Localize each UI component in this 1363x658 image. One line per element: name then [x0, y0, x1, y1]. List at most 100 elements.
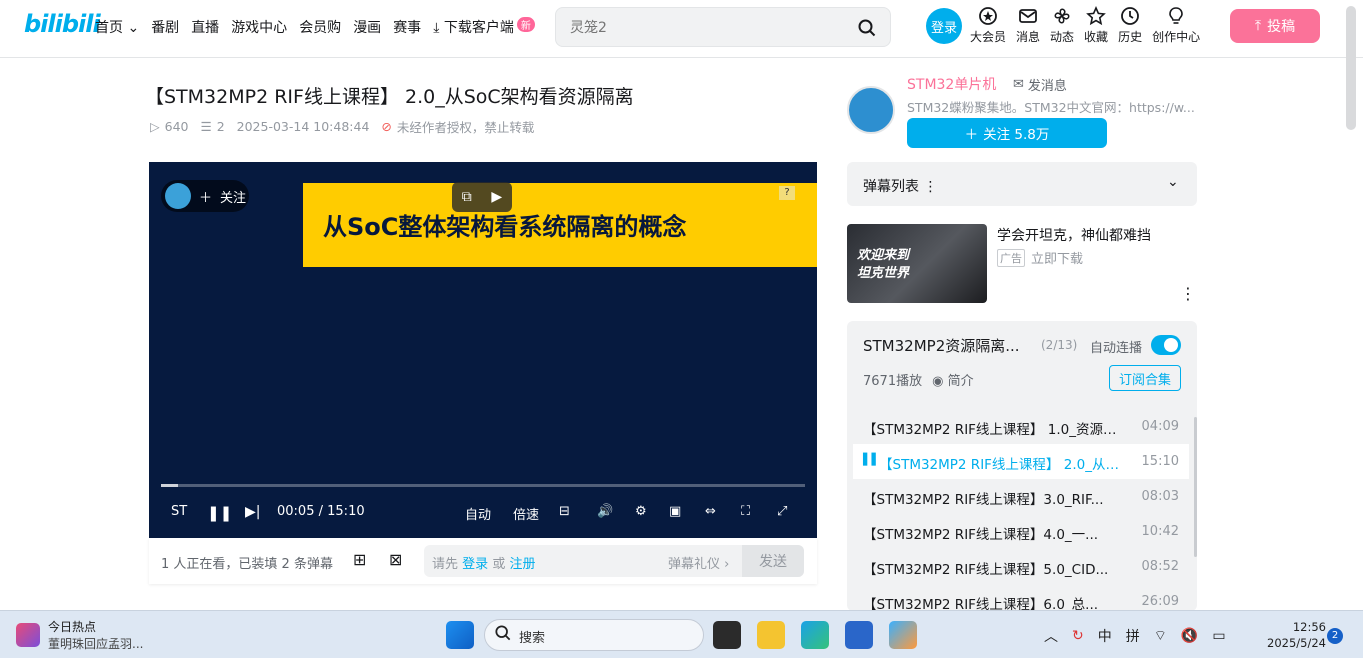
autoplay-toggle[interactable]: [1151, 335, 1181, 355]
login-button[interactable]: 登录: [926, 8, 962, 44]
entry-history[interactable]: 历史: [1118, 6, 1142, 45]
battery-icon[interactable]: ▭: [1212, 628, 1225, 644]
vip-icon: [979, 7, 997, 25]
list-item[interactable]: 【STM32MP2 RIF线上课程】 1.0_资源隔离... 04:09: [853, 409, 1189, 444]
fullscreen-icon[interactable]: ⤢: [777, 504, 787, 519]
uploader-name[interactable]: STM32单片机: [907, 74, 996, 94]
nav-bangumi[interactable]: 番剧: [151, 17, 179, 37]
avatar: [165, 183, 191, 209]
miniplayer-icon[interactable]: ⧉: [462, 189, 472, 205]
danmaku-list-panel[interactable]: 弹幕列表 ⋮ ⌄: [847, 162, 1197, 206]
list-item[interactable]: 【STM32MP2 RIF线上课程】4.0_一... 10:42: [853, 514, 1189, 549]
intro-link[interactable]: ◉ 简介: [932, 370, 974, 389]
quality-button[interactable]: 自动: [465, 504, 491, 523]
screenshot-icon[interactable]: ▶: [491, 189, 502, 205]
copyright-notice: 未经作者授权，禁止转载: [396, 120, 535, 135]
ime-pinyin[interactable]: 拼: [1126, 626, 1140, 646]
player-follow-chip[interactable]: ＋关注: [161, 180, 249, 212]
nav-manga[interactable]: 漫画: [353, 17, 381, 37]
nav-home[interactable]: 首页 ⌄: [95, 17, 139, 37]
video-player[interactable]: 从SoC整体架构看系统隔离的概念 ＋关注 ⧉ ▶ ? ST ❚❚ ▶| 00:0…: [149, 162, 817, 538]
upload-button[interactable]: ⤒ 投稿: [1230, 9, 1320, 43]
system-tray: ︿ ↻ 中 拼 ⌔ 🔇 ▭: [1044, 626, 1226, 646]
entry-vip[interactable]: 大会员: [970, 6, 1006, 45]
pause-icon[interactable]: ❚❚: [207, 504, 232, 522]
nav-download-client[interactable]: ⤓ 下载客户端新: [433, 17, 535, 37]
progress-bar[interactable]: [161, 484, 805, 487]
slide-text: 从SoC整体架构看系统隔离的概念: [323, 213, 687, 241]
plus-icon: ＋: [199, 190, 213, 206]
list-item[interactable]: 【STM32MP2 RIF线上课程】5.0_CID... 08:52: [853, 549, 1189, 584]
file-explorer-icon[interactable]: [757, 621, 785, 649]
clock[interactable]: 12:56 2025/5/24: [1266, 619, 1326, 651]
more-vertical-icon[interactable]: ⋮: [923, 179, 937, 195]
volume-mute-icon[interactable]: 🔇: [1181, 628, 1198, 644]
widescreen-icon[interactable]: ⇔: [705, 504, 716, 519]
danmaku-register-link[interactable]: 注册: [509, 557, 535, 572]
speed-button[interactable]: 倍速: [513, 504, 539, 523]
app-icon[interactable]: [889, 621, 917, 649]
danmaku-login-link[interactable]: 登录: [462, 557, 488, 572]
danmaku-settings-icon[interactable]: ⊠: [389, 550, 402, 569]
no-repost-icon: ⊘: [381, 119, 392, 134]
collection-count: (2/13): [1041, 338, 1078, 352]
danmaku-toggle-icon[interactable]: ⊟: [559, 504, 570, 519]
uploader-avatar[interactable]: [847, 86, 895, 134]
entry-dynamic[interactable]: 动态: [1050, 6, 1074, 45]
wifi-icon[interactable]: ⌔: [1154, 627, 1167, 645]
edge-browser-icon[interactable]: [801, 621, 829, 649]
subscribe-collection-button[interactable]: 订阅合集: [1109, 365, 1181, 391]
list-item[interactable]: 【STM32MP2 RIF线上课程】6.0_总... 26:09: [853, 584, 1189, 611]
sync-icon[interactable]: ↻: [1072, 628, 1084, 644]
new-badge: 新: [516, 17, 535, 32]
nav-game-center[interactable]: 游戏中心: [231, 17, 287, 37]
entry-creator-center[interactable]: 创作中心: [1152, 6, 1200, 45]
chevron-down-icon[interactable]: ⌄: [1167, 174, 1179, 190]
volume-icon[interactable]: 🔊: [597, 504, 613, 519]
search-icon[interactable]: [858, 19, 876, 41]
pip-icon[interactable]: ▣: [669, 504, 681, 519]
send-message-link[interactable]: ✉ 发消息: [1013, 75, 1067, 94]
danmaku-switch-icon[interactable]: ⊞: [353, 550, 366, 569]
news-widget[interactable]: 今日热点 董明珠回应孟羽...: [16, 618, 143, 652]
settings-icon[interactable]: ⚙: [635, 504, 647, 519]
chevron-up-icon[interactable]: ︿: [1044, 626, 1058, 646]
follow-button[interactable]: ＋关注 5.8万: [907, 118, 1107, 148]
send-danmaku-button[interactable]: 发送: [742, 545, 804, 577]
nav-live[interactable]: 直播: [191, 17, 219, 37]
download-icon: ⤓: [433, 20, 440, 36]
next-icon[interactable]: ▶|: [245, 504, 260, 520]
bilibili-logo[interactable]: bilibili: [24, 10, 101, 38]
collection-scrollbar[interactable]: [1194, 417, 1197, 557]
ad-image[interactable]: 欢迎来到 坦克世界: [847, 224, 987, 303]
more-vertical-icon[interactable]: ⋮: [1180, 284, 1196, 303]
main-nav: 首页 ⌄ 番剧 直播 游戏中心 会员购 漫画 赛事 ⤓ 下载客户端新: [95, 17, 535, 37]
ad-title[interactable]: 学会开坦克，神仙都难挡: [997, 225, 1151, 245]
start-icon[interactable]: [446, 621, 474, 649]
ime-mode[interactable]: 中: [1098, 626, 1112, 646]
entry-message[interactable]: 消息: [1016, 6, 1040, 45]
collection-title[interactable]: STM32MP2资源隔离...: [863, 335, 1020, 356]
danmaku-etiquette-link[interactable]: 弹幕礼仪 ›: [668, 553, 729, 572]
nav-mall[interactable]: 会员购: [299, 17, 341, 37]
collection-list: 【STM32MP2 RIF线上课程】 1.0_资源隔离... 04:09 ▌▌ 【S…: [853, 409, 1189, 611]
notification-badge[interactable]: 2: [1327, 628, 1343, 644]
webfullscreen-icon[interactable]: ⛶: [741, 504, 750, 519]
taskbar-search[interactable]: 搜索: [484, 619, 704, 651]
task-view-icon[interactable]: [713, 621, 741, 649]
list-item-current[interactable]: ▌▌【STM32MP2 RIF线上课程】 2.0_从SoC架构看资源隔离15:1…: [853, 444, 1189, 479]
store-icon[interactable]: [845, 621, 873, 649]
ad-download-link[interactable]: 立即下载: [1031, 248, 1083, 267]
nav-esports[interactable]: 赛事: [393, 17, 421, 37]
entry-favorites[interactable]: 收藏: [1084, 6, 1108, 45]
play-count-icon: ▷: [150, 119, 160, 134]
header-right-entries: 大会员 消息 动态 收藏 历史 创作中心: [970, 6, 1200, 45]
chevron-down-icon: ⌄: [127, 20, 140, 36]
video-title: 【STM32MP2 RIF线上课程】 2.0_从SoC架构看资源隔离: [145, 86, 634, 108]
danmaku-send-bar: 1 人正在看，已装填 2 条弹幕 ⊞ ⊠ 请先 登录 或 注册 弹幕礼仪 › 发…: [149, 538, 817, 584]
danmaku-input[interactable]: 请先 登录 或 注册 弹幕礼仪 › 发送: [424, 545, 804, 577]
search-input[interactable]: [570, 17, 840, 39]
page-scrollbar[interactable]: [1346, 6, 1356, 130]
view-count: 640: [164, 119, 189, 134]
list-item[interactable]: 【STM32MP2 RIF线上课程】3.0_RIF... 08:03: [853, 479, 1189, 514]
